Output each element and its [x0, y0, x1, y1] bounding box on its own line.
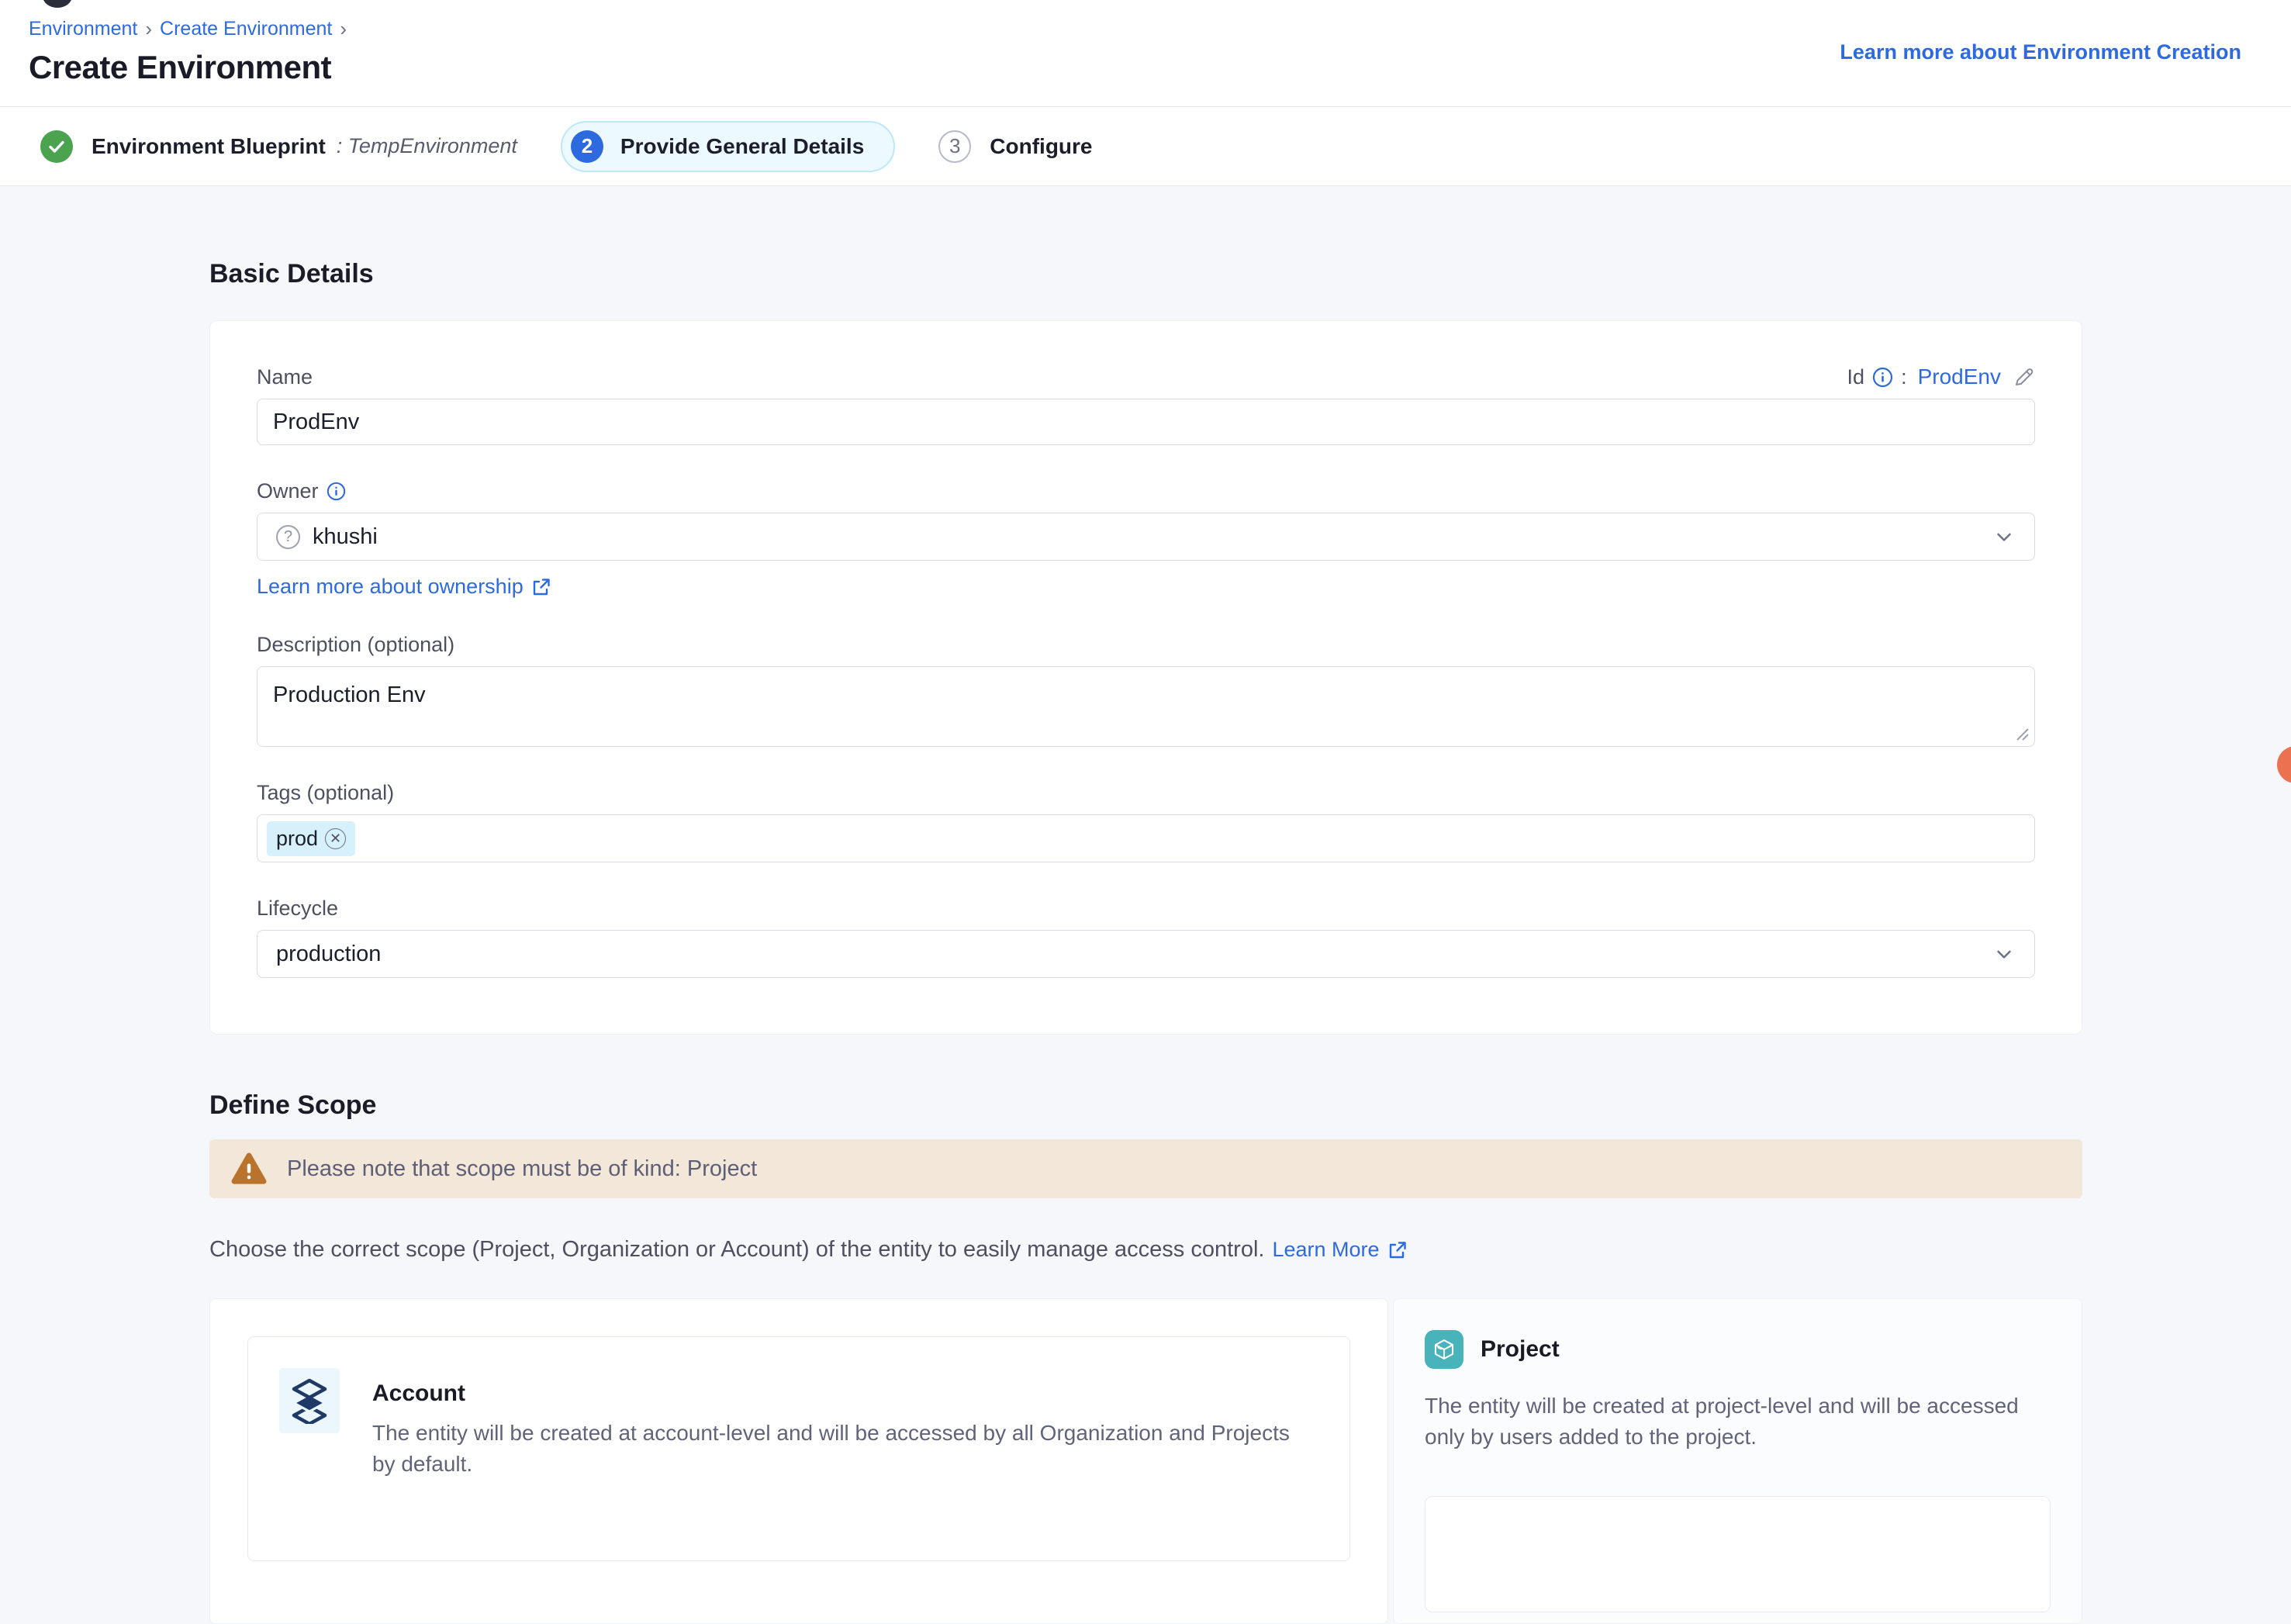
step3-number-badge: 3: [938, 130, 971, 163]
description-label: Description (optional): [257, 633, 454, 657]
page-header: Environment › Create Environment › Creat…: [0, 0, 2291, 107]
tag-chip-label: prod: [276, 827, 318, 851]
account-option-description: The entity will be created at account-le…: [372, 1418, 1318, 1480]
wizard-stepper: Environment Blueprint : TempEnvironment …: [0, 107, 2291, 186]
name-label: Name: [257, 365, 313, 389]
remove-tag-icon[interactable]: ✕: [325, 828, 346, 849]
chevron-down-icon: [1992, 525, 2016, 548]
external-link-icon: [531, 577, 551, 597]
basic-details-card: Name Id : ProdEnv Owner ? khushi: [209, 320, 2082, 1035]
learn-more-ownership-link[interactable]: Learn more about ownership: [257, 575, 524, 599]
description-textarea[interactable]: Production Env: [257, 666, 2035, 747]
warning-triangle-icon: [231, 1152, 267, 1185]
basic-details-heading: Basic Details: [209, 186, 2082, 289]
id-colon: :: [1901, 365, 1907, 389]
breadcrumb-link-create-environment[interactable]: Create Environment: [160, 18, 332, 40]
step-provide-general-details[interactable]: 2 Provide General Details: [561, 121, 895, 172]
scope-panel-account: Account The entity will be created at ac…: [209, 1298, 1388, 1624]
owner-info-icon[interactable]: [327, 482, 346, 501]
name-input[interactable]: [257, 399, 2035, 445]
step-configure[interactable]: 3 Configure: [938, 130, 1092, 163]
owner-label: Owner: [257, 479, 319, 503]
tags-input[interactable]: prod ✕: [257, 814, 2035, 862]
avatar: [43, 0, 72, 8]
breadcrumb-separator: ›: [145, 17, 152, 41]
breadcrumb: Environment › Create Environment ›: [29, 17, 2241, 41]
project-cube-icon: [1425, 1330, 1463, 1369]
step-complete-check-icon: [40, 130, 73, 163]
scope-description-text: Choose the correct scope (Project, Organ…: [209, 1237, 1264, 1263]
project-selector-card[interactable]: [1425, 1496, 2051, 1612]
scope-panel-project[interactable]: Project The entity will be created at pr…: [1393, 1298, 2082, 1624]
id-value-link[interactable]: ProdEnv: [1918, 365, 2001, 389]
account-layers-icon: [279, 1368, 340, 1433]
step3-label: Configure: [990, 134, 1092, 159]
learn-more-environment-creation-link[interactable]: Learn more about Environment Creation: [1840, 40, 2241, 64]
scope-warning-banner: Please note that scope must be of kind: …: [209, 1139, 2082, 1198]
lifecycle-select[interactable]: production: [257, 930, 2035, 978]
step-environment-blueprint[interactable]: Environment Blueprint : TempEnvironment: [40, 130, 517, 163]
entity-id-row: Id : ProdEnv: [1847, 365, 2035, 389]
step1-value: : TempEnvironment: [337, 134, 517, 158]
define-scope-heading: Define Scope: [209, 1090, 2082, 1121]
help-widget-button[interactable]: [2277, 746, 2291, 783]
scope-warning-text: Please note that scope must be of kind: …: [287, 1156, 757, 1182]
external-link-icon: [1387, 1240, 1408, 1260]
scope-option-account[interactable]: Account The entity will be created at ac…: [247, 1336, 1350, 1561]
lifecycle-label: Lifecycle: [257, 897, 338, 921]
unknown-user-icon: ?: [276, 525, 300, 549]
owner-value: khushi: [313, 524, 378, 550]
tag-chip: prod ✕: [267, 821, 355, 856]
breadcrumb-separator: ›: [340, 17, 347, 41]
lifecycle-value: production: [276, 942, 381, 967]
resize-handle[interactable]: [2013, 724, 2030, 741]
step1-label: Environment Blueprint: [92, 134, 326, 159]
tags-label: Tags (optional): [257, 781, 394, 805]
edit-id-pencil-icon[interactable]: [2013, 366, 2035, 388]
id-info-icon[interactable]: [1872, 367, 1893, 388]
description-value: Production Env: [273, 682, 426, 707]
project-option-title: Project: [1481, 1336, 1560, 1363]
project-option-description: The entity will be created at project-le…: [1425, 1391, 2051, 1453]
account-option-title: Account: [372, 1380, 1318, 1407]
chevron-down-icon: [1992, 942, 2016, 966]
id-label: Id: [1847, 365, 1865, 389]
owner-select[interactable]: ? khushi: [257, 513, 2035, 561]
breadcrumb-link-environment[interactable]: Environment: [29, 18, 137, 40]
step2-number-badge: 2: [571, 130, 603, 163]
step2-label: Provide General Details: [620, 134, 864, 159]
scope-learn-more-link[interactable]: Learn More: [1272, 1238, 1379, 1262]
